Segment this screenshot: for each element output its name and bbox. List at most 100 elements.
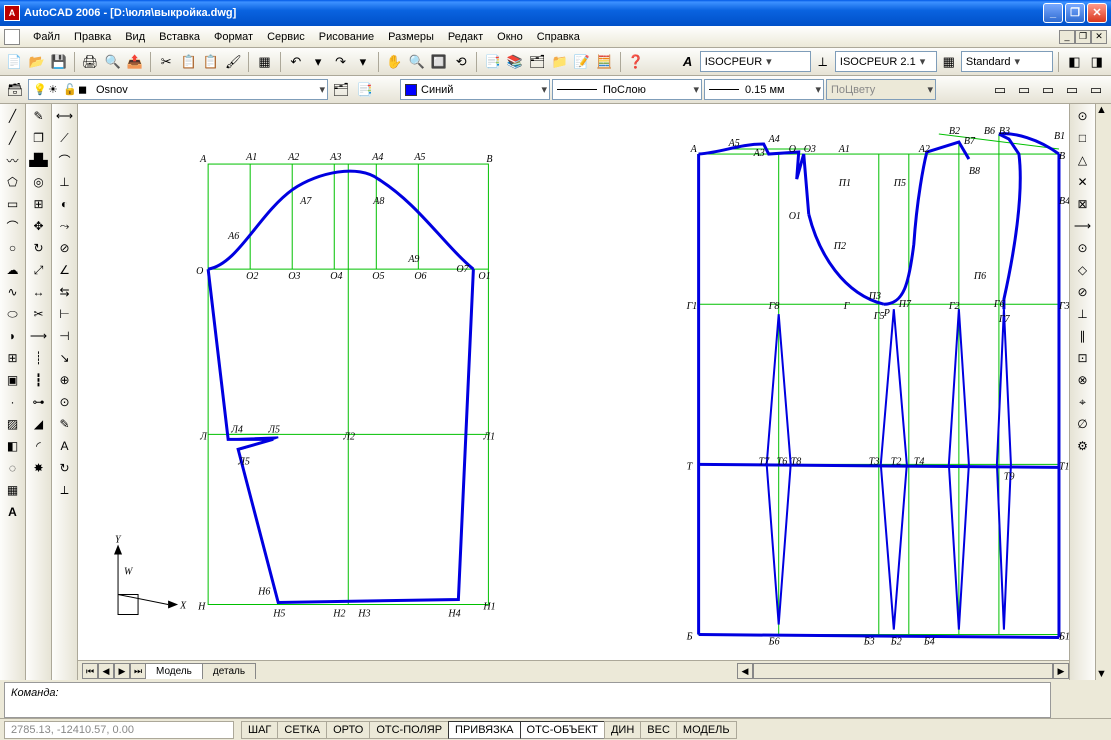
offset-icon[interactable]: ◎	[28, 172, 50, 192]
menu-modify[interactable]: Редакт	[441, 28, 490, 46]
dim-diam-icon[interactable]: ⊘	[54, 238, 76, 258]
osnap-mid-icon[interactable]: △	[1072, 150, 1094, 170]
ellipsearc-icon[interactable]: ◗	[2, 326, 24, 346]
sheetset-icon[interactable]: 📁	[549, 51, 569, 73]
minimize-button[interactable]: _	[1043, 3, 1063, 23]
menu-tools[interactable]: Сервис	[260, 28, 312, 46]
layer-state-icon[interactable]: 📑	[354, 79, 376, 101]
mode-grid[interactable]: СЕТКА	[277, 721, 327, 739]
vp2-icon[interactable]: ▭	[1013, 79, 1035, 101]
markup-icon[interactable]: 📝	[572, 51, 592, 73]
menu-window[interactable]: Окно	[490, 28, 530, 46]
revcloud-icon[interactable]: ☁	[2, 260, 24, 280]
hscroll-right-button[interactable]: ▶	[1053, 663, 1069, 679]
mtext-icon[interactable]: A	[2, 502, 24, 522]
dim-ang-icon[interactable]: ∠	[54, 260, 76, 280]
textstyle-a-icon[interactable]: A	[677, 51, 697, 73]
pan-icon[interactable]: ✋	[384, 51, 404, 73]
dimstyle-ctrl-icon[interactable]: ⟂	[54, 480, 76, 500]
dim-base-icon[interactable]: ⊢	[54, 304, 76, 324]
copy-icon[interactable]: 📋	[178, 51, 198, 73]
point-icon[interactable]: ·	[2, 392, 24, 412]
center-icon[interactable]: ⊙	[54, 392, 76, 412]
qdim-icon[interactable]: ⇆	[54, 282, 76, 302]
new-icon[interactable]: 📄	[4, 51, 24, 73]
save-icon[interactable]: 💾	[49, 51, 69, 73]
table-icon[interactable]: ▦	[2, 480, 24, 500]
block-icon[interactable]: ▣	[2, 370, 24, 390]
dim-linear-icon[interactable]: ⟷	[54, 106, 76, 126]
menu-file[interactable]: Файл	[26, 28, 67, 46]
extra1-icon[interactable]: ◧	[1064, 51, 1084, 73]
osnap-int-icon[interactable]: ✕	[1072, 172, 1094, 192]
tolerance-icon[interactable]: ⊕	[54, 370, 76, 390]
quickcalc-icon[interactable]: 🧮	[594, 51, 614, 73]
scale-icon[interactable]: ⤢	[28, 260, 50, 280]
vp5-icon[interactable]: ▭	[1085, 79, 1107, 101]
dim-jog-icon[interactable]: ⤳	[54, 216, 76, 236]
vscroll-down-button[interactable]: ▼	[1096, 668, 1111, 680]
publish-icon[interactable]: 📤	[125, 51, 145, 73]
menu-edit[interactable]: Правка	[67, 28, 118, 46]
osnap-ext-icon[interactable]: ⟶	[1072, 216, 1094, 236]
menu-help[interactable]: Справка	[530, 28, 587, 46]
osnap-qua-icon[interactable]: ◇	[1072, 260, 1094, 280]
gradient-icon[interactable]: ◧	[2, 436, 24, 456]
explode-icon[interactable]: ✸	[28, 458, 50, 478]
move-icon[interactable]: ✥	[28, 216, 50, 236]
trim-icon[interactable]: ✂	[28, 304, 50, 324]
designcenter-icon[interactable]: 📚	[505, 51, 525, 73]
paste-icon[interactable]: 📋	[201, 51, 221, 73]
undo-icon[interactable]: ↶	[286, 51, 306, 73]
command-line[interactable]: Команда:	[4, 682, 1051, 718]
tab-prev-button[interactable]: ◀	[98, 663, 114, 679]
spline-icon[interactable]: ∿	[2, 282, 24, 302]
layer-manager-icon[interactable]: 🗃	[4, 79, 26, 101]
table-style-dropdown[interactable]: Standard▾	[961, 51, 1053, 72]
extend-icon[interactable]: ⟶	[28, 326, 50, 346]
mode-ortho[interactable]: ОРТО	[326, 721, 370, 739]
dimedit-icon[interactable]: ✎	[54, 414, 76, 434]
maximize-button[interactable]: ❐	[1065, 3, 1085, 23]
dimstyle-icon[interactable]: ⟂	[813, 51, 833, 73]
doc-restore-button[interactable]: ❐	[1075, 30, 1091, 44]
drawing-canvas[interactable]: .g{stroke:#00c000;stroke-width:1;fill:no…	[78, 104, 1069, 660]
osnap-cen-icon[interactable]: ⊙	[1072, 238, 1094, 258]
vscroll-up-button[interactable]: ▲	[1096, 104, 1111, 116]
lineweight-dropdown[interactable]: 0.15 мм ▾	[704, 79, 824, 100]
tab-first-button[interactable]: ⏮	[82, 663, 98, 679]
help-icon[interactable]: ❓	[625, 51, 645, 73]
dim-radius-icon[interactable]: ◐	[54, 194, 76, 214]
cut-icon[interactable]: ✂	[156, 51, 176, 73]
zoom-prev-icon[interactable]: ⟲	[451, 51, 471, 73]
vp3-icon[interactable]: ▭	[1037, 79, 1059, 101]
osnap-near-icon[interactable]: ⌖	[1072, 392, 1094, 412]
dimtedit-icon[interactable]: A	[54, 436, 76, 456]
doc-minimize-button[interactable]: _	[1059, 30, 1075, 44]
properties-icon[interactable]: 📑	[482, 51, 502, 73]
osnap-none-icon[interactable]: ∅	[1072, 414, 1094, 434]
layer-dropdown[interactable]: 💡 ☀ 🔓 ◼ Osnov ▾	[28, 79, 328, 100]
copy-obj-icon[interactable]: ❐	[28, 128, 50, 148]
osnap-end-icon[interactable]: □	[1072, 128, 1094, 148]
osnap-appint-icon[interactable]: ⊠	[1072, 194, 1094, 214]
osnap-node-icon[interactable]: ⊗	[1072, 370, 1094, 390]
chamfer-icon[interactable]: ◢	[28, 414, 50, 434]
rectangle-icon[interactable]: ▭	[2, 194, 24, 214]
osnap-settings-icon[interactable]: ⚙	[1072, 436, 1094, 456]
osnap-ins-icon[interactable]: ⊡	[1072, 348, 1094, 368]
linetype-dropdown[interactable]: ПоСлою ▾	[552, 79, 702, 100]
menu-view[interactable]: Вид	[118, 28, 152, 46]
menu-insert[interactable]: Вставка	[152, 28, 207, 46]
text-style-dropdown[interactable]: ISOCPEUR▾	[700, 51, 811, 72]
tab-sheet[interactable]: деталь	[202, 663, 256, 679]
tablestyle-icon[interactable]: ▦	[939, 51, 959, 73]
region-icon[interactable]: ◌	[2, 458, 24, 478]
layer-prev-icon[interactable]: 🗂	[330, 79, 352, 101]
vp1-icon[interactable]: ▭	[989, 79, 1011, 101]
toolpalette-icon[interactable]: 🗂	[527, 51, 547, 73]
dim-aligned-icon[interactable]: ⟋	[54, 128, 76, 148]
hatch-icon[interactable]: ▨	[2, 414, 24, 434]
join-icon[interactable]: ⊶	[28, 392, 50, 412]
zoom-window-icon[interactable]: 🔲	[429, 51, 449, 73]
